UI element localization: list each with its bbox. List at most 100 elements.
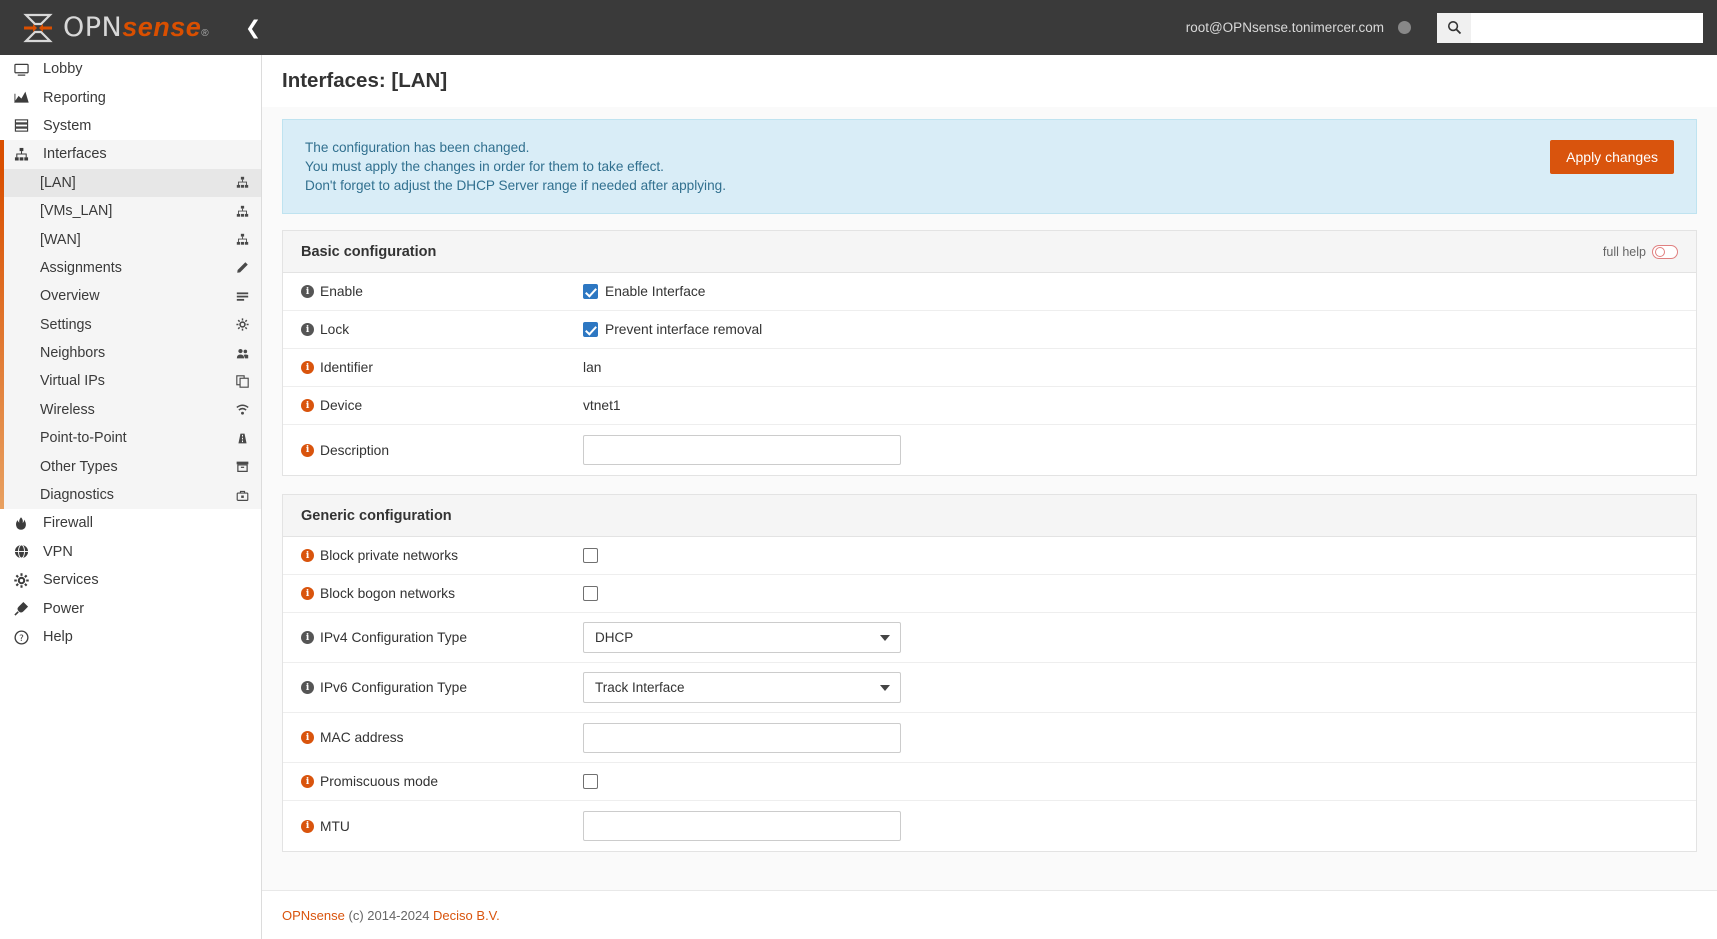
sub-item-label: [LAN]: [40, 174, 76, 191]
sidebar-item-diagnostics[interactable]: Diagnostics: [0, 481, 261, 509]
checkbox-label: Prevent interface removal: [605, 322, 763, 337]
sidebar-item-other-types[interactable]: Other Types: [0, 452, 261, 480]
label-text: Lock: [320, 322, 350, 337]
sub-item-label: Neighbors: [40, 345, 106, 362]
info-icon[interactable]: i: [301, 361, 314, 374]
form-row-block-bogon: i Block bogon networks: [283, 575, 1696, 613]
pencil-icon: [236, 261, 249, 274]
info-icon[interactable]: i: [301, 399, 314, 412]
archive-icon: [236, 460, 249, 473]
field-value-enable: Enable Interface: [583, 284, 705, 299]
brand-logo[interactable]: OPN sense ®: [0, 13, 209, 43]
promiscuous-mode-checkbox[interactable]: [583, 774, 598, 789]
prevent-removal-checkbox[interactable]: [583, 322, 598, 337]
block-private-networks-checkbox[interactable]: [583, 548, 598, 563]
field-value-identifier: lan: [583, 360, 601, 375]
description-input[interactable]: [583, 435, 901, 465]
top-navigation-bar: OPN sense ® ❮ root@OPNsense.tonimercer.c…: [0, 0, 1717, 55]
field-label-promiscuous-mode: i Promiscuous mode: [301, 774, 583, 789]
label-text: Device: [320, 398, 363, 413]
server-icon: [10, 118, 32, 133]
sidebar-item-assignments[interactable]: Assignments: [0, 254, 261, 282]
sidebar-item-label: Power: [43, 600, 85, 617]
page-footer: OPNsense (c) 2014-2024 Deciso B.V.: [262, 890, 1717, 939]
info-icon[interactable]: i: [301, 549, 314, 562]
alert-line-2: You must apply the changes in order for …: [305, 159, 664, 174]
sidebar-item-virtual-ips[interactable]: Virtual IPs: [0, 367, 261, 395]
info-icon[interactable]: i: [301, 443, 314, 457]
field-label-block-private-networks: i Block private networks: [301, 548, 583, 563]
field-label-enable: i Enable: [301, 284, 583, 299]
toggle-switch-icon[interactable]: [1652, 244, 1678, 259]
status-indicator-dot[interactable]: [1398, 21, 1411, 34]
sidebar-item-vpn[interactable]: VPN: [0, 538, 261, 566]
label-text: Block bogon networks: [320, 586, 455, 601]
sidebar-item-wan[interactable]: [WAN]: [0, 225, 261, 253]
sidebar-item-firewall[interactable]: Firewall: [0, 509, 261, 537]
label-text: Promiscuous mode: [320, 774, 439, 789]
svg-text:?: ?: [19, 633, 24, 643]
sidebar-item-system[interactable]: System: [0, 112, 261, 140]
info-icon[interactable]: i: [301, 323, 314, 336]
label-text: Enable: [320, 284, 363, 299]
info-icon[interactable]: i: [301, 819, 314, 833]
search-icon[interactable]: [1437, 12, 1471, 43]
sidebar-item-label: Interfaces: [43, 146, 107, 163]
sidebar-item-help[interactable]: ? Help: [0, 623, 261, 651]
chevron-down-icon: [880, 684, 890, 691]
sidebar-item-lobby[interactable]: Lobby: [0, 55, 261, 83]
info-icon[interactable]: i: [301, 587, 314, 600]
info-icon[interactable]: i: [301, 285, 314, 298]
sidebar-item-label: Reporting: [43, 89, 106, 106]
sub-item-label: [WAN]: [40, 231, 81, 248]
field-label-lock: i Lock: [301, 322, 583, 337]
plug-icon: [10, 601, 32, 616]
sidebar-item-reporting[interactable]: Reporting: [0, 83, 261, 111]
sidebar-item-lan[interactable]: [LAN]: [0, 168, 261, 197]
opnsense-logo-icon: [22, 13, 54, 43]
sidebar-item-wireless[interactable]: Wireless: [0, 396, 261, 424]
mac-address-input[interactable]: [583, 722, 901, 753]
sidebar-item-label: Lobby: [43, 61, 83, 78]
sidebar-item-interfaces[interactable]: Interfaces: [0, 140, 261, 169]
sidebar-item-services[interactable]: Services: [0, 566, 261, 594]
enable-interface-checkbox[interactable]: [583, 284, 598, 299]
interfaces-submenu: [LAN] [VMs_LAN] [WAN] Assignments Overvi…: [0, 168, 261, 510]
gear-icon: [10, 573, 32, 588]
form-row-promiscuous-mode: i Promiscuous mode: [283, 763, 1696, 801]
full-help-toggle[interactable]: full help: [1603, 244, 1678, 259]
field-label-mtu: i MTU: [301, 819, 583, 834]
ipv4-configuration-type-select[interactable]: DHCP: [583, 622, 901, 653]
info-icon[interactable]: i: [301, 731, 314, 744]
form-row-description: i Description: [283, 425, 1696, 475]
deciso-footer-link[interactable]: Deciso B.V.: [433, 908, 500, 923]
sidebar-item-overview[interactable]: Overview: [0, 282, 261, 310]
sidebar-item-neighbors[interactable]: Neighbors: [0, 339, 261, 367]
info-icon[interactable]: i: [301, 681, 314, 694]
sidebar-item-vms-lan[interactable]: [VMs_LAN]: [0, 197, 261, 225]
sidebar-item-power[interactable]: Power: [0, 594, 261, 622]
sidebar-item-point-to-point[interactable]: Point-to-Point: [0, 424, 261, 452]
label-text: Block private networks: [320, 548, 459, 563]
copy-icon: [236, 375, 249, 388]
panel-title: Generic configuration: [301, 507, 452, 524]
sub-item-label: Diagnostics: [40, 487, 114, 504]
mtu-input[interactable]: [583, 811, 901, 841]
sidebar-item-label: System: [43, 117, 92, 134]
ipv6-configuration-type-select[interactable]: Track Interface: [583, 672, 901, 703]
list-icon: [236, 290, 249, 303]
form-row-lock: i Lock Prevent interface removal: [283, 311, 1696, 349]
search-input[interactable]: [1471, 12, 1703, 43]
chevron-left-icon[interactable]: ❮: [239, 0, 267, 55]
label-text: IPv6 Configuration Type: [320, 680, 468, 695]
field-label-ipv6-configuration-type: i IPv6 Configuration Type: [301, 680, 583, 695]
sidebar-item-settings[interactable]: Settings: [0, 311, 261, 339]
opnsense-footer-link[interactable]: OPNsense: [282, 908, 345, 923]
apply-changes-button[interactable]: Apply changes: [1550, 140, 1674, 174]
info-icon[interactable]: i: [301, 775, 314, 788]
field-label-ipv4-configuration-type: i IPv4 Configuration Type: [301, 630, 583, 645]
block-bogon-networks-checkbox[interactable]: [583, 586, 598, 601]
field-value-description: [583, 435, 901, 465]
sub-item-label: Other Types: [40, 458, 118, 475]
info-icon[interactable]: i: [301, 631, 314, 644]
